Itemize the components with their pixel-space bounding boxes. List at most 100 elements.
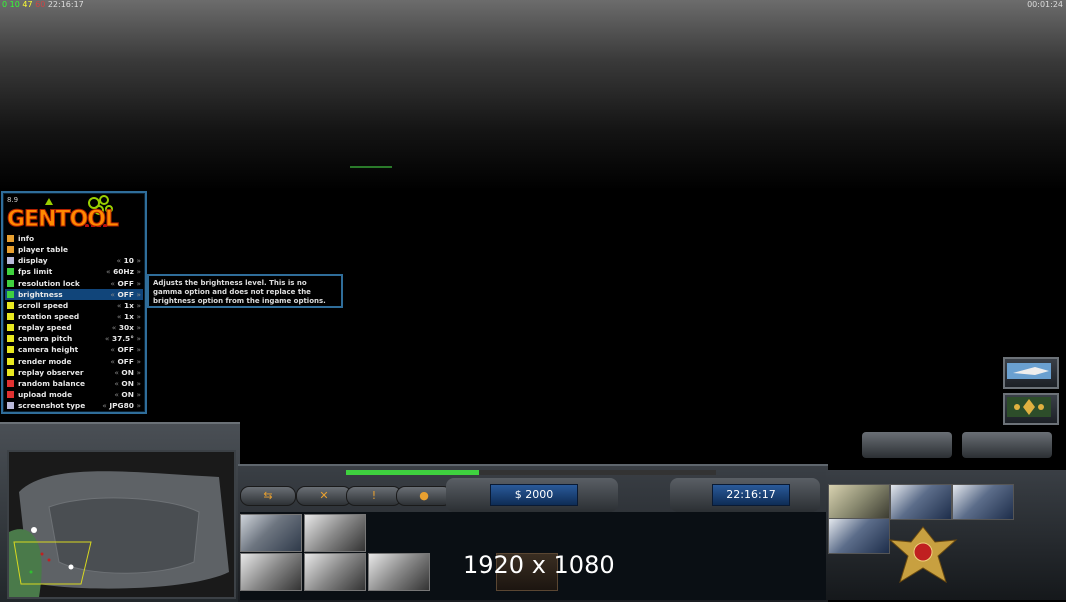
menu-item-display[interactable]: display « 10 » — [5, 255, 143, 266]
menu-item-label: display — [18, 256, 48, 266]
chat-button[interactable]: ● — [396, 486, 452, 506]
arrow-left-icon[interactable]: « — [117, 301, 122, 310]
menu-item-value[interactable]: « ON » — [114, 367, 141, 378]
arrow-left-icon[interactable]: « — [105, 334, 110, 343]
arrow-right-icon[interactable]: » — [136, 379, 141, 388]
arrow-left-icon[interactable]: « — [114, 379, 119, 388]
menu-item-setting: ON — [121, 367, 134, 377]
arrow-left-icon[interactable]: « — [110, 345, 115, 354]
menu-item-resolution-lock[interactable]: resolution lock « OFF » — [5, 278, 143, 289]
arrow-right-icon[interactable]: » — [136, 323, 141, 332]
arrow-right-icon[interactable]: » — [136, 390, 141, 399]
faction-emblem-icon — [888, 526, 958, 584]
menu-item-upload-mode[interactable]: upload mode « ON » — [5, 389, 143, 400]
arrow-right-icon[interactable]: » — [136, 357, 141, 366]
money-display: $ 2000 — [490, 484, 578, 506]
menu-item-value[interactable]: « JPG80 » — [102, 400, 141, 411]
menu-item-label: replay speed — [18, 323, 72, 333]
unit-slot-1[interactable] — [240, 514, 302, 552]
menu-item-replay-observer[interactable]: replay observer « ON » — [5, 367, 143, 378]
arrow-right-icon[interactable]: » — [136, 345, 141, 354]
menu-item-label: upload mode — [18, 389, 73, 399]
status-square-icon — [7, 268, 14, 276]
unit-portrait-1[interactable] — [890, 484, 952, 520]
minimap[interactable] — [7, 450, 236, 599]
menu-item-brightness[interactable]: brightness « OFF » — [5, 288, 143, 300]
stat-b: 10 — [9, 0, 20, 9]
arrow-right-icon[interactable]: » — [136, 279, 141, 288]
status-square-icon — [7, 379, 14, 387]
rank-button[interactable] — [1003, 393, 1059, 425]
menu-item-label: random balance — [18, 378, 85, 388]
arrow-left-icon[interactable]: « — [117, 312, 122, 321]
menu-item-player-table[interactable]: player table — [5, 244, 143, 255]
arrow-left-icon[interactable]: « — [114, 390, 119, 399]
arrow-right-icon[interactable]: » — [136, 267, 141, 276]
unit-slot-2[interactable] — [304, 514, 366, 552]
menu-item-replay-speed[interactable]: replay speed « 30x » — [5, 322, 143, 333]
menu-item-value[interactable]: « OFF » — [110, 344, 141, 355]
menu-item-value[interactable]: « OFF » — [110, 356, 141, 367]
menu-item-rotation-speed[interactable]: rotation speed « 1x » — [5, 311, 143, 322]
status-square-icon — [7, 279, 14, 287]
tools-button[interactable]: ✕ — [296, 486, 352, 506]
menu-item-value[interactable]: « OFF » — [110, 289, 141, 300]
unit-portrait-2[interactable] — [952, 484, 1014, 520]
arrow-left-icon[interactable]: « — [116, 256, 121, 265]
menu-item-value[interactable]: « 60Hz » — [106, 266, 141, 277]
menu-item-value[interactable]: « OFF » — [110, 278, 141, 289]
unit-slot-4[interactable] — [304, 553, 366, 591]
arrow-left-icon[interactable]: « — [110, 279, 115, 288]
menu-item-camera-height[interactable]: camera height « OFF » — [5, 344, 143, 355]
status-square-icon — [7, 312, 14, 320]
menu-item-setting: JPG80 — [109, 401, 134, 411]
power-bar — [346, 470, 716, 475]
alert-button[interactable]: ! — [346, 486, 402, 506]
status-square-icon — [7, 301, 14, 309]
menu-item-fps-limit[interactable]: fps limit « 60Hz » — [5, 266, 143, 277]
arrow-right-icon[interactable]: » — [136, 334, 141, 343]
unit-slot-5[interactable] — [368, 553, 430, 591]
arrow-right-icon[interactable]: » — [136, 290, 141, 299]
menu-item-value[interactable]: « 37.5° » — [105, 333, 141, 344]
options-button[interactable] — [862, 432, 952, 458]
menu-item-setting: 30x — [118, 323, 134, 333]
arrow-right-icon[interactable]: » — [136, 401, 141, 410]
menu-item-value[interactable]: « ON » — [114, 389, 141, 400]
status-square-icon — [7, 368, 14, 376]
status-square-icon — [7, 335, 14, 343]
unit-slot-3[interactable] — [240, 553, 302, 591]
arrow-left-icon[interactable]: « — [112, 323, 117, 332]
tools-icon: ✕ — [319, 489, 329, 502]
status-readout: 0 10 47 60 22:16:17 — [2, 0, 84, 9]
diplomacy-button[interactable] — [962, 432, 1052, 458]
menu-item-info[interactable]: info — [5, 233, 143, 244]
arrow-left-icon[interactable]: « — [110, 290, 115, 299]
arrow-right-icon[interactable]: » — [136, 368, 141, 377]
rotate-button[interactable]: ⇆ — [240, 486, 296, 506]
arrow-left-icon[interactable]: « — [110, 357, 115, 366]
menu-item-random-balance[interactable]: random balance « ON » — [5, 378, 143, 389]
arrow-left-icon[interactable]: « — [106, 267, 111, 276]
menu-item-label: fps limit — [18, 267, 53, 277]
menu-item-scroll-speed[interactable]: scroll speed « 1x » — [5, 300, 143, 311]
arrow-left-icon[interactable]: « — [114, 368, 119, 377]
menu-item-value[interactable]: « 30x » — [112, 322, 141, 333]
menu-item-value[interactable]: « 10 » — [116, 255, 141, 266]
unit-portrait-3[interactable] — [828, 518, 890, 554]
arrow-right-icon[interactable]: » — [136, 301, 141, 310]
generals-button[interactable] — [1003, 357, 1059, 389]
menu-item-value[interactable]: « 1x » — [117, 300, 141, 311]
menu-item-screenshot-type[interactable]: screenshot type « JPG80 » — [5, 400, 143, 411]
menu-item-value[interactable]: « 1x » — [117, 311, 141, 322]
resolution-overlay: 1920 x 1080 — [463, 551, 615, 579]
menu-item-render-mode[interactable]: render mode « OFF » — [5, 356, 143, 367]
arrow-right-icon[interactable]: » — [136, 312, 141, 321]
menu-item-value[interactable]: « ON » — [114, 378, 141, 389]
arrow-right-icon[interactable]: » — [136, 256, 141, 265]
status-square-icon — [7, 402, 14, 410]
menu-item-camera-pitch[interactable]: camera pitch « 37.5° » — [5, 333, 143, 344]
structure-portrait[interactable] — [828, 484, 890, 520]
selection-marker — [350, 166, 392, 168]
arrow-left-icon[interactable]: « — [102, 401, 107, 410]
